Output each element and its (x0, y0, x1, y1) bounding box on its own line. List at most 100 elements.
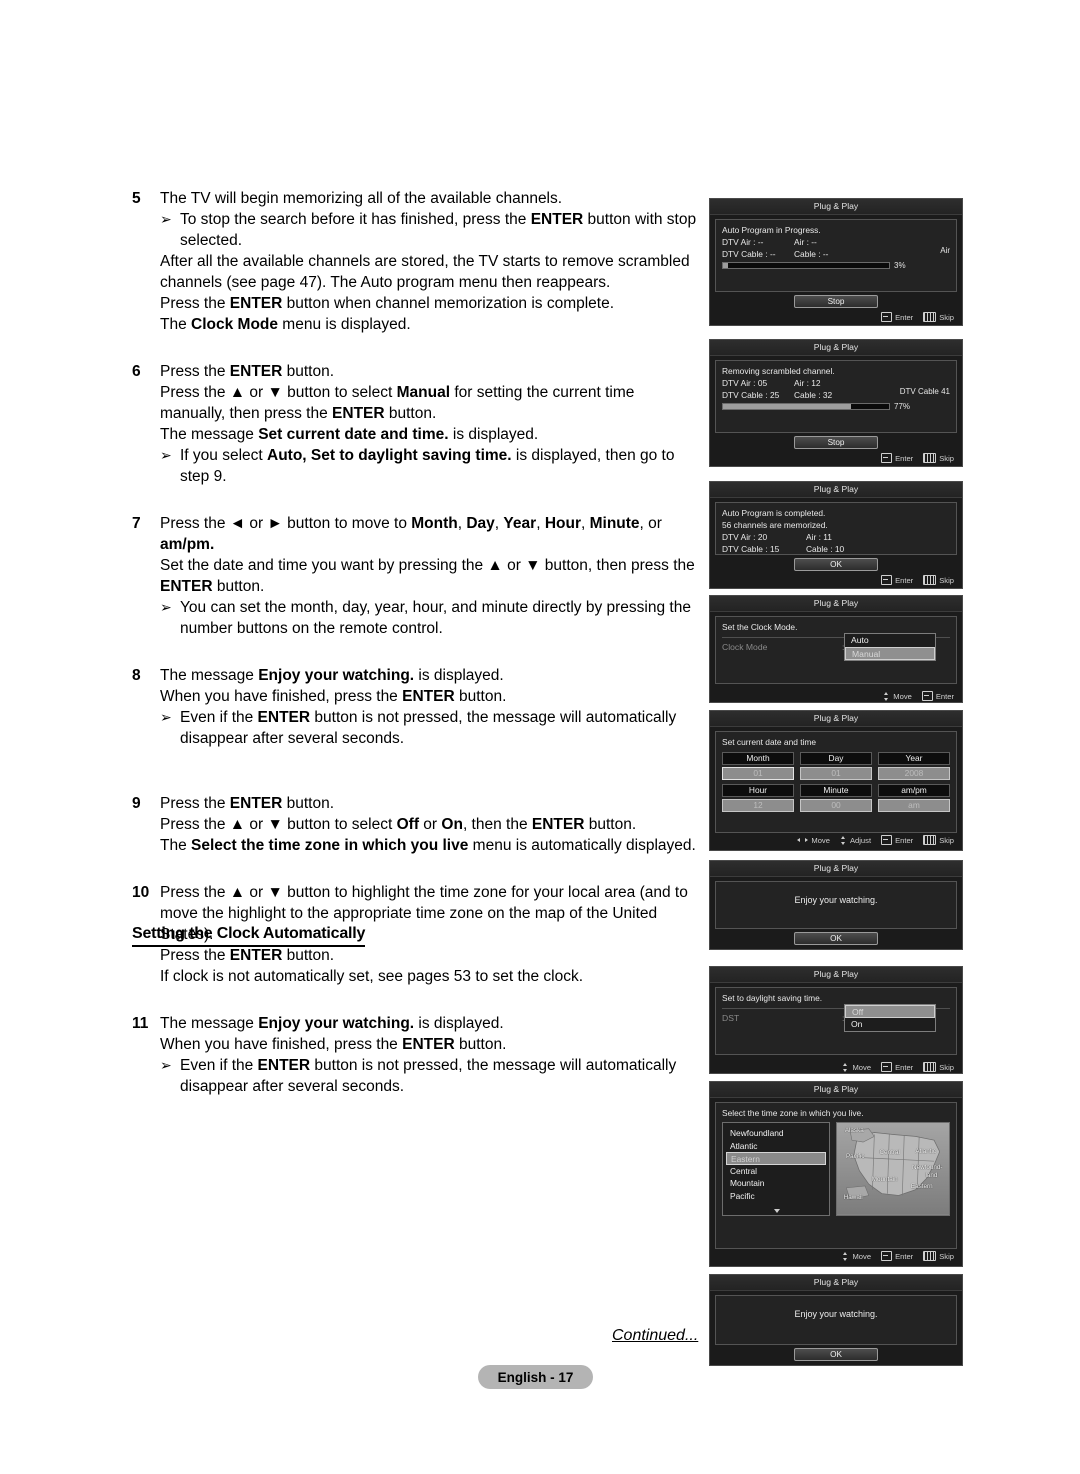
hint-skip-label: Skip (939, 575, 954, 585)
adjust-updown-icon (840, 835, 847, 845)
step-line: When you have finished, press the ENTER … (160, 688, 507, 705)
hint-move-label: Move (811, 835, 830, 845)
ok-button[interactable]: OK (794, 1348, 878, 1361)
osd-stage: Select the time zone in which you live. … (715, 1102, 957, 1249)
time-zone-message: Select the time zone in which you live. (722, 1108, 864, 1118)
enter-icon (881, 575, 893, 585)
step-number: 5 (132, 190, 141, 207)
step-line: The Select the time zone in which you li… (160, 837, 696, 854)
time-zone-item-pacific[interactable]: Pacific (723, 1190, 829, 1203)
hint-enter-label: Enter (895, 835, 914, 845)
step-line: Press the ENTER button. (160, 795, 335, 812)
air-label: Air : 12 (794, 378, 821, 388)
instruction-step: 9 Press the ENTER button. Press the ▲ or ▼… (132, 793, 702, 856)
map-label-hawaii: Hawaii (843, 1194, 863, 1202)
time-zone-item-mountain[interactable]: Mountain (723, 1177, 829, 1190)
skip-icon (923, 835, 937, 845)
osd-auto-program-complete: Plug & Play Auto Program is completed. 5… (709, 481, 963, 589)
hint-skip-label: Skip (939, 835, 954, 845)
bullet-text: Even if the ENTER button is not pressed,… (180, 1057, 677, 1095)
time-zone-item-newfoundland[interactable]: Newfoundland (723, 1127, 829, 1140)
step-line: Press the ◄ or ► button to move to Month… (160, 515, 667, 553)
osd-enjoy-watching-1: Plug & Play Enjoy your watching. OK (709, 860, 963, 950)
hint-skip-label: Skip (939, 453, 954, 463)
step-line: Press the ENTER button when channel memo… (160, 295, 615, 312)
dst-option-off[interactable]: Off (845, 1005, 935, 1018)
map-label-central: Central (879, 1148, 900, 1156)
progress-percent: 77% (894, 402, 911, 411)
field-value[interactable]: 12 (722, 799, 794, 812)
dtv-air-label: DTV Air : 05 (722, 378, 768, 388)
date-time-field-year[interactable]: Year 2008 (878, 752, 950, 780)
time-zone-list[interactable]: Newfoundland Atlantic Eastern Central Mounta… (722, 1122, 830, 1216)
hint-enter-label: Enter (895, 453, 914, 463)
ok-button[interactable]: OK (794, 558, 878, 571)
date-time-field-am-pm[interactable]: am/pm am (878, 784, 950, 812)
dtv-air-label: DTV Air : 20 (722, 532, 768, 542)
date-time-field-minute[interactable]: Minute 00 (800, 784, 872, 812)
date-time-field-month[interactable]: Month 01 (722, 752, 794, 780)
field-value[interactable]: 01 (800, 767, 872, 780)
step-bullet: ➢ Even if the ENTER button is not pressed… (160, 707, 702, 749)
field-value[interactable]: 00 (800, 799, 872, 812)
field-value[interactable]: 01 (722, 767, 794, 780)
progress-percent: 3% (894, 261, 906, 270)
field-value[interactable]: am (878, 799, 950, 812)
dtv-cable-label: DTV Cable : 25 (722, 390, 780, 400)
dtv-cable-label: DTV Cable : 15 (722, 544, 780, 554)
stop-button[interactable]: Stop (794, 436, 878, 449)
hint-skip-label: Skip (939, 312, 954, 322)
hint-skip-label: Skip (939, 1251, 954, 1261)
step-body: The message Enjoy your watching. is disp… (160, 665, 702, 749)
time-zone-item-atlantic[interactable]: Atlantic (723, 1140, 829, 1153)
osd-title: Plug & Play (710, 1275, 962, 1291)
osd-title: Plug & Play (710, 967, 962, 983)
enter-icon (881, 453, 893, 463)
section-heading: Setting the Clock Automatically (132, 925, 365, 947)
hint-enter-label: Enter (895, 575, 914, 585)
hint-move-label: Move (852, 1062, 872, 1072)
instruction-steps: 5 The TV will begin memorizing all of the… (132, 188, 702, 1097)
dst-option-on[interactable]: On (845, 1018, 935, 1031)
step-spacer (132, 639, 702, 665)
step-body: The TV will begin memorizing all of the … (160, 188, 702, 335)
skip-icon (923, 575, 937, 585)
skip-icon (923, 1251, 937, 1261)
dst-dropdown[interactable]: Off On (844, 1004, 936, 1032)
dtv-cable-label: DTV Cable : -- (722, 249, 776, 259)
step-body: The message Enjoy your watching. is disp… (160, 1013, 702, 1097)
time-zone-item-central[interactable]: Central (723, 1165, 829, 1178)
step-line: When you have finished, press the ENTER … (160, 1036, 507, 1053)
stop-button[interactable]: Stop (794, 295, 878, 308)
osd-stage: Set current date and time Month 01 Day 01 Ye… (715, 731, 957, 833)
osd-enjoy-watching-2: Plug & Play Enjoy your watching. OK (709, 1274, 963, 1366)
osd-title: Plug & Play (710, 482, 962, 498)
hint-move-label: Move (852, 1251, 872, 1261)
osd-stage: Removing scrambled channel. DTV Air : 05… (715, 360, 957, 433)
step-line: Press the ENTER button. (160, 947, 335, 964)
complete-message-2: 56 channels are memorized. (722, 520, 828, 530)
cable-label: Cable : -- (794, 249, 829, 259)
osd-stage: Enjoy your watching. (715, 881, 957, 929)
clock-mode-option-manual[interactable]: Manual (845, 647, 935, 660)
scroll-down-caret-icon[interactable] (774, 1208, 780, 1213)
step-line: The message Set current date and time. i… (160, 426, 539, 443)
osd-stage: Auto Program is completed. 56 channels a… (715, 502, 957, 555)
time-zone-item-eastern[interactable]: Eastern (726, 1152, 826, 1165)
date-time-field-day[interactable]: Day 01 (800, 752, 872, 780)
bullet-arrow-icon: ➢ (160, 599, 172, 615)
clock-mode-option-auto[interactable]: Auto (845, 634, 935, 647)
osd-set-date-time: Plug & Play Set current date and time Mo… (709, 710, 963, 851)
step-spacer (132, 987, 702, 1013)
enjoy-message: Enjoy your watching. (794, 895, 878, 905)
instruction-step: 6 Press the ENTER button. Press the ▲ or ▼… (132, 361, 702, 487)
date-time-field-hour[interactable]: Hour 12 (722, 784, 794, 812)
step-line: Press the ▲ or ▼ button to select Manual… (160, 384, 639, 422)
move-updown-icon (842, 1251, 849, 1261)
clock-mode-dropdown[interactable]: Auto Manual (844, 633, 936, 661)
date-time-message: Set current date and time (722, 737, 817, 747)
osd-auto-program-progress: Plug & Play Auto Program in Progress. DT… (709, 198, 963, 326)
ok-button[interactable]: OK (794, 932, 878, 945)
field-value[interactable]: 2008 (878, 767, 950, 780)
step-number: 8 (132, 667, 141, 684)
